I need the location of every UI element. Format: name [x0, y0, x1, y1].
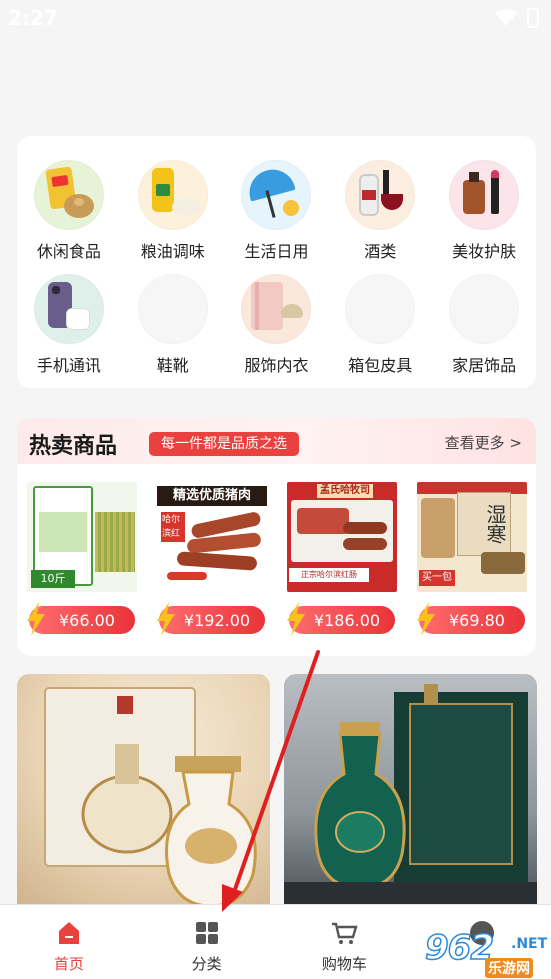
- nav-cart[interactable]: 购物车: [276, 905, 414, 979]
- snack-icon: [33, 160, 104, 230]
- sausage-product-image: 精选优质猪肉 哈尔滨红肠: [157, 482, 267, 592]
- quality-badge: 每一件都是品质之选: [149, 432, 299, 456]
- category-cosmetics[interactable]: 美妆护肤: [432, 160, 536, 262]
- luggage-icon: [345, 274, 416, 344]
- wifi-icon: [495, 9, 517, 26]
- price-tag: ¥69.80: [417, 602, 525, 636]
- lightning-icon: [157, 602, 175, 636]
- category-grain-oil[interactable]: 粮油调味: [121, 160, 225, 262]
- product-card[interactable]: 孟氏哈牧司 正宗哈尔滨红肠 ¥186.00: [287, 482, 397, 636]
- liquor-icon: [345, 160, 416, 230]
- product-card[interactable]: 精选优质猪肉 哈尔滨红肠 ¥192.00: [157, 482, 267, 636]
- shoes-icon: [137, 274, 208, 344]
- category-grid: 休闲食品 粮油调味 生活日用 酒类 美妆护肤 手机通讯 鞋靴 服饰内衣 箱包皮具…: [17, 160, 536, 376]
- home-icon: [58, 922, 79, 944]
- baijiu-banner-right[interactable]: [284, 674, 537, 906]
- rice-product-image: 10斤: [27, 482, 137, 592]
- category-home-decor[interactable]: 家居饰品: [432, 274, 536, 376]
- home-decor-icon: [449, 274, 520, 344]
- price-tag: ¥186.00: [287, 602, 395, 636]
- lightning-icon: [417, 602, 435, 636]
- phone-icon: [33, 274, 104, 344]
- lightning-icon: [27, 602, 45, 636]
- oil-icon: [137, 160, 208, 230]
- cart-icon: [332, 922, 358, 944]
- status-time: 2:27: [8, 6, 58, 30]
- clothing-icon: [241, 274, 312, 344]
- hot-products-section: 热卖商品 每一件都是品质之选 查看更多 > 10斤 ¥66.00 精选优质猪肉 …: [17, 418, 536, 656]
- price-tag: ¥66.00: [27, 602, 135, 636]
- lightning-icon: [287, 602, 305, 636]
- product-card[interactable]: 10斤 ¥66.00: [27, 482, 137, 636]
- green-bottle-image: [284, 684, 537, 906]
- category-luggage[interactable]: 箱包皮具: [328, 274, 432, 376]
- battery-icon: [527, 8, 539, 28]
- baijiu-bottle-image: [44, 687, 257, 906]
- category-shoes[interactable]: 鞋靴: [121, 274, 225, 376]
- hot-products-header: 热卖商品 每一件都是品质之选 查看更多 >: [17, 418, 536, 464]
- red-sausage-product-image: 孟氏哈牧司 正宗哈尔滨红肠: [287, 482, 397, 592]
- cosmetics-icon: [449, 160, 520, 230]
- see-more-link[interactable]: 查看更多 >: [445, 432, 522, 453]
- site-watermark: 962 .NET 乐游网: [424, 927, 548, 978]
- category-icon: [195, 922, 218, 944]
- price-tag: ¥192.00: [157, 602, 265, 636]
- baijiu-banner-left[interactable]: [17, 674, 270, 906]
- umbrella-icon: [241, 160, 312, 230]
- product-row: 10斤 ¥66.00 精选优质猪肉 哈尔滨红肠 ¥192.00 孟氏哈牧司 正宗…: [27, 482, 527, 636]
- product-card[interactable]: 湿寒 买一包 ¥69.80: [417, 482, 527, 636]
- category-snacks[interactable]: 休闲食品: [17, 160, 121, 262]
- nav-category[interactable]: 分类: [138, 905, 276, 979]
- category-card: 休闲食品 粮油调味 生活日用 酒类 美妆护肤 手机通讯 鞋靴 服饰内衣 箱包皮具…: [17, 136, 536, 388]
- herbal-pack-product-image: 湿寒 买一包: [417, 482, 527, 592]
- category-daily-use[interactable]: 生活日用: [225, 160, 329, 262]
- nav-home[interactable]: 首页: [0, 905, 138, 979]
- hot-products-title: 热卖商品: [29, 434, 118, 459]
- status-bar: 2:27: [0, 0, 551, 40]
- category-clothing[interactable]: 服饰内衣: [225, 274, 329, 376]
- category-phones[interactable]: 手机通讯: [17, 274, 121, 376]
- category-liquor[interactable]: 酒类: [328, 160, 432, 262]
